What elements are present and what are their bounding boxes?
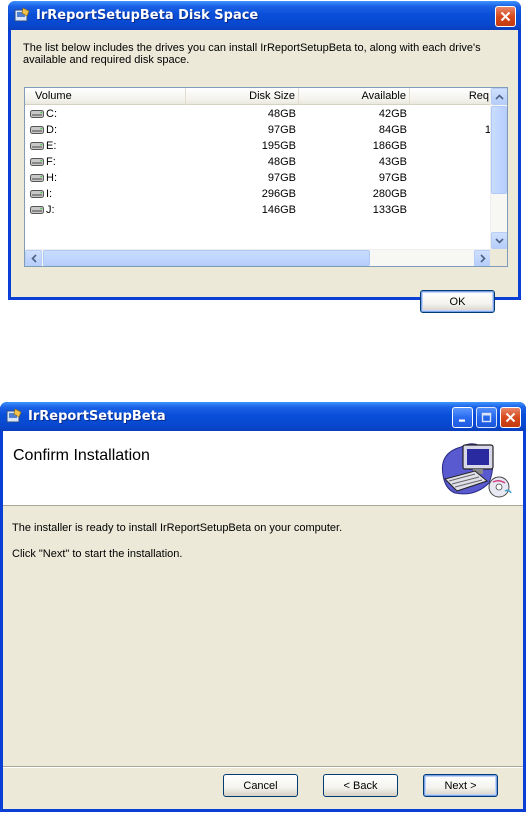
footer-divider bbox=[3, 766, 523, 768]
drive-icon bbox=[30, 110, 44, 118]
drive-disk-size: 48GB bbox=[267, 156, 296, 168]
close-button[interactable] bbox=[495, 6, 516, 27]
drive-available: 186GB bbox=[372, 140, 407, 152]
setup-app-icon bbox=[14, 7, 30, 22]
drive-row[interactable]: J: 146GB 133GB bbox=[25, 202, 491, 218]
drive-row[interactable]: C: 48GB 42GB bbox=[25, 106, 491, 122]
confirm-client: Confirm Installation The installer is re… bbox=[3, 431, 523, 809]
drive-icon bbox=[30, 126, 44, 134]
drive-volume: F: bbox=[46, 156, 56, 168]
scroll-down-button[interactable] bbox=[491, 232, 507, 249]
drive-icon bbox=[30, 206, 44, 214]
vertical-scrollbar[interactable] bbox=[490, 88, 507, 250]
drive-available: 280GB bbox=[372, 188, 407, 200]
drive-row[interactable]: I: 296GB 280GB bbox=[25, 186, 491, 202]
scroll-right-icon bbox=[479, 254, 486, 263]
drive-available: 84GB bbox=[378, 124, 407, 136]
drive-row[interactable]: H: 97GB 97GB bbox=[25, 170, 491, 186]
drive-icon bbox=[30, 142, 44, 150]
drive-disk-size: 97GB bbox=[267, 124, 296, 136]
scroll-right-button[interactable] bbox=[474, 250, 491, 266]
back-button[interactable]: < Back bbox=[323, 774, 398, 797]
horizontal-scroll-thumb[interactable] bbox=[43, 250, 370, 266]
drive-disk-size: 296GB bbox=[261, 188, 296, 200]
maximize-button[interactable] bbox=[476, 407, 497, 428]
next-button[interactable]: Next > bbox=[423, 774, 498, 797]
drive-required: 1 bbox=[484, 124, 491, 136]
horizontal-scrollbar[interactable] bbox=[25, 249, 491, 266]
drive-icon bbox=[30, 190, 44, 198]
drive-list[interactable]: Volume Disk Size Available Req C: 48GB 42G… bbox=[24, 87, 508, 267]
scroll-down-icon bbox=[495, 237, 504, 244]
disk-space-title-bar[interactable]: IrReportSetupBeta Disk Space bbox=[8, 1, 521, 30]
drive-volume: I: bbox=[46, 188, 53, 200]
drive-available: 42GB bbox=[378, 108, 407, 120]
drive-disk-size: 97GB bbox=[267, 172, 296, 184]
drive-available: 43GB bbox=[378, 156, 407, 168]
scroll-left-button[interactable] bbox=[25, 250, 42, 266]
drive-icon bbox=[30, 158, 44, 166]
disk-space-client: The list below includes the drives you c… bbox=[11, 30, 518, 313]
disk-space-intro: The list below includes the drives you c… bbox=[23, 42, 481, 66]
confirm-installation-window: IrReportSetupBeta Confirm Installation T… bbox=[0, 402, 526, 812]
drive-icon bbox=[30, 174, 44, 182]
scroll-up-button[interactable] bbox=[491, 88, 507, 105]
disk-space-dialog: IrReportSetupBeta Disk Space The list be… bbox=[8, 1, 521, 313]
drive-volume: J: bbox=[46, 204, 55, 216]
column-disk-size[interactable]: Disk Size bbox=[186, 88, 299, 105]
scrollbar-corner bbox=[490, 249, 507, 266]
confirm-window-title: IrReportSetupBeta bbox=[28, 409, 166, 424]
scroll-left-icon bbox=[30, 254, 37, 263]
minimize-icon bbox=[459, 419, 465, 422]
cancel-button[interactable]: Cancel bbox=[223, 774, 298, 797]
disk-space-title: IrReportSetupBeta Disk Space bbox=[36, 8, 259, 23]
drive-disk-size: 48GB bbox=[267, 108, 296, 120]
computer-setup-icon bbox=[441, 443, 512, 498]
confirm-title-bar[interactable]: IrReportSetupBeta bbox=[0, 402, 526, 431]
drive-volume: D: bbox=[46, 124, 57, 136]
drive-volume: H: bbox=[46, 172, 57, 184]
scroll-up-icon bbox=[495, 93, 504, 100]
drive-volume: E: bbox=[46, 140, 57, 152]
drive-list-header: Volume Disk Size Available Req bbox=[25, 88, 491, 105]
ready-message: The installer is ready to install IrRepo… bbox=[12, 522, 343, 534]
column-volume[interactable]: Volume bbox=[25, 88, 186, 105]
setup-app-icon bbox=[6, 408, 22, 423]
column-available[interactable]: Available bbox=[299, 88, 410, 105]
drive-rows: C: 48GB 42GB D: 97GB 84GB 1 E: 195GB 186GB F: 48GB 4… bbox=[25, 106, 491, 247]
close-button[interactable] bbox=[500, 407, 521, 428]
ok-button[interactable]: OK bbox=[420, 290, 495, 313]
drive-row[interactable]: E: 195GB 186GB bbox=[25, 138, 491, 154]
vertical-scroll-thumb[interactable] bbox=[491, 106, 507, 194]
drive-volume: C: bbox=[46, 108, 57, 120]
drive-available: 97GB bbox=[378, 172, 407, 184]
header-banner: Confirm Installation bbox=[3, 431, 523, 506]
drive-disk-size: 146GB bbox=[261, 204, 296, 216]
column-required[interactable]: Req bbox=[410, 88, 491, 105]
maximize-icon bbox=[481, 412, 492, 423]
minimize-button[interactable] bbox=[452, 407, 473, 428]
next-instruction: Click "Next" to start the installation. bbox=[12, 548, 183, 560]
close-icon bbox=[500, 11, 511, 22]
banner-title: Confirm Installation bbox=[13, 447, 150, 464]
drive-available: 133GB bbox=[372, 204, 407, 216]
close-icon bbox=[505, 412, 516, 423]
drive-row[interactable]: D: 97GB 84GB 1 bbox=[25, 122, 491, 138]
drive-disk-size: 195GB bbox=[261, 140, 296, 152]
drive-row[interactable]: F: 48GB 43GB bbox=[25, 154, 491, 170]
